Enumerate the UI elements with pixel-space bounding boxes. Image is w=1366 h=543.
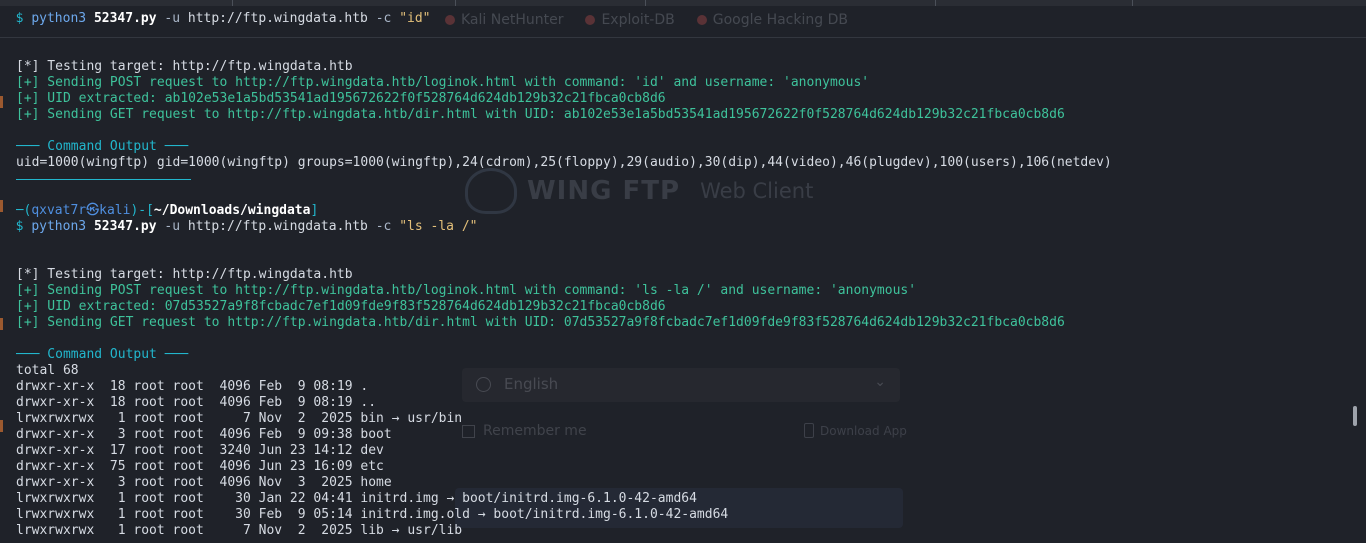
log-line: [+] Sending POST request to http://ftp.w… <box>16 283 917 298</box>
log-line: [+] Sending GET request to http://ftp.wi… <box>16 315 1065 330</box>
listing-line: drwxr-xr-x 18 root root 4096 Feb 9 08:19… <box>16 379 369 394</box>
listing-line: drwxr-xr-x 18 root root 4096 Feb 9 08:19… <box>16 395 377 410</box>
command-line-2: └─$ python3 52347.py -u http://ftp.wingd… <box>16 219 478 234</box>
listing-line: drwxr-xr-x 17 root root 3240 Jun 23 14:1… <box>16 443 384 458</box>
listing-line: drwxr-xr-x 3 root root 4096 Nov 3 2025 h… <box>16 475 392 490</box>
listing-line: lrwxrwxrwx 1 root root 7 Nov 2 2025 bin … <box>16 411 463 426</box>
log-line: [*] Testing target: http://ftp.wingdata.… <box>16 267 353 282</box>
terminal-scrollbar[interactable] <box>1352 40 1358 540</box>
log-line: [+] Sending POST request to http://ftp.w… <box>16 75 870 90</box>
listing-line: lrwxrwxrwx 1 root root 30 Jan 22 04:41 i… <box>16 491 697 506</box>
edge-mark <box>0 318 3 330</box>
log-line: [+] UID extracted: 07d53527a9f8fcbadc7ef… <box>16 299 666 314</box>
command-result: uid=1000(wingftp) gid=1000(wingftp) grou… <box>16 155 1112 170</box>
scrollbar-thumb[interactable] <box>1353 406 1357 426</box>
listing-line: total 68 <box>16 363 79 378</box>
log-line: [*] Testing target: http://ftp.wingdata.… <box>16 59 353 74</box>
listing-line: drwxr-xr-x 75 root root 4096 Jun 23 16:0… <box>16 459 384 474</box>
listing-line: lrwxrwxrwx 1 root root 30 Feb 9 05:14 in… <box>16 507 729 522</box>
listing-line: lrwxrwxrwx 1 root root 7 Nov 2 2025 lib … <box>16 523 463 538</box>
edge-mark <box>0 420 3 432</box>
edge-mark <box>0 200 3 212</box>
terminal-output[interactable]: └─$ python3 52347.py -u http://ftp.wingd… <box>16 0 1346 543</box>
section-header: ─── Command Output ─── <box>16 347 189 362</box>
listing-line: drwxr-xr-x 3 root root 4096 Feb 9 09:38 … <box>16 427 392 442</box>
command-line-1: └─$ python3 52347.py -u http://ftp.wingd… <box>16 11 431 26</box>
section-footer-rule <box>16 179 191 180</box>
edge-mark <box>0 96 3 108</box>
shell-prompt: ┌──(qxvat7r㉿kali)-[~/Downloads/wingdata] <box>16 203 319 218</box>
section-header: ─── Command Output ─── <box>16 139 189 154</box>
log-line: [+] UID extracted: ab102e53e1a5bd53541ad… <box>16 91 666 106</box>
log-line: [+] Sending GET request to http://ftp.wi… <box>16 107 1065 122</box>
